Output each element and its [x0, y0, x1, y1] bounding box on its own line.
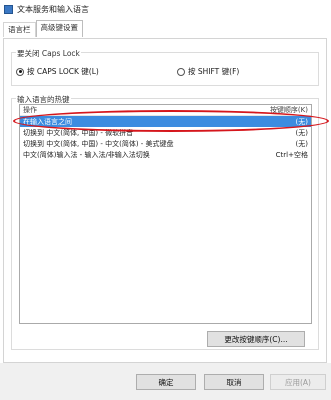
list-item-keys: (无) [295, 117, 308, 126]
change-key-sequence-button[interactable]: 更改按键顺序(C)... [207, 331, 305, 347]
list-item-action: 中文(简体)输入法 - 输入法/非输入法切换 [23, 150, 150, 159]
list-item[interactable]: 切换到 中文(简体, 中国) - 微软拼音 (无) [20, 127, 311, 138]
tab-advanced-key-settings[interactable]: 高级键设置 [35, 20, 83, 37]
list-item-action: 切换到 中文(简体, 中国) - 微软拼音 [23, 128, 134, 137]
list-item-action: 切换到 中文(简体, 中国) - 中文(简体) - 美式键盘 [23, 139, 174, 148]
apply-button[interactable]: 应用(A) [270, 374, 326, 390]
cancel-button[interactable]: 取消 [204, 374, 264, 390]
list-item[interactable]: 在输入语言之间 (无) [20, 116, 311, 127]
title-bar: 文本服务和输入语言 [0, 0, 331, 18]
list-item[interactable]: 中文(简体)输入法 - 输入法/非输入法切换 Ctrl+空格 [20, 149, 311, 160]
radio-caps-lock-indicator[interactable] [16, 67, 24, 76]
list-item-keys: (无) [295, 139, 308, 148]
column-header-action[interactable]: 操作 [23, 105, 37, 115]
column-header-key-sequence[interactable]: 按键顺序(K) [270, 105, 308, 115]
caps-lock-group-title: 要关闭 Caps Lock [16, 48, 81, 59]
list-item-keys: (无) [295, 128, 308, 137]
tab-strip: 语言栏 高级键设置 [3, 20, 83, 38]
hotkey-list[interactable]: 操作 按键顺序(K) 在输入语言之间 (无) 切换到 中文(简体, 中国) - … [19, 104, 312, 324]
radio-caps-lock-label: 按 CAPS LOCK 键(L) [27, 67, 99, 76]
list-item[interactable]: 切换到 中文(简体, 中国) - 中文(简体) - 美式键盘 (无) [20, 138, 311, 149]
tab-language-bar[interactable]: 语言栏 [3, 22, 36, 37]
radio-shift[interactable]: 按 SHIFT 键(F) [177, 66, 239, 77]
ok-button[interactable]: 确定 [136, 374, 196, 390]
radio-shift-label: 按 SHIFT 键(F) [188, 67, 240, 76]
list-item-keys: Ctrl+空格 [275, 150, 308, 159]
list-item-action: 在输入语言之间 [23, 117, 72, 126]
list-header: 操作 按键顺序(K) [20, 105, 311, 116]
radio-caps-lock[interactable]: 按 CAPS LOCK 键(L) [16, 66, 99, 77]
radio-shift-indicator[interactable] [177, 67, 185, 76]
keyboard-app-icon [4, 4, 13, 14]
window-title: 文本服务和输入语言 [17, 4, 89, 14]
